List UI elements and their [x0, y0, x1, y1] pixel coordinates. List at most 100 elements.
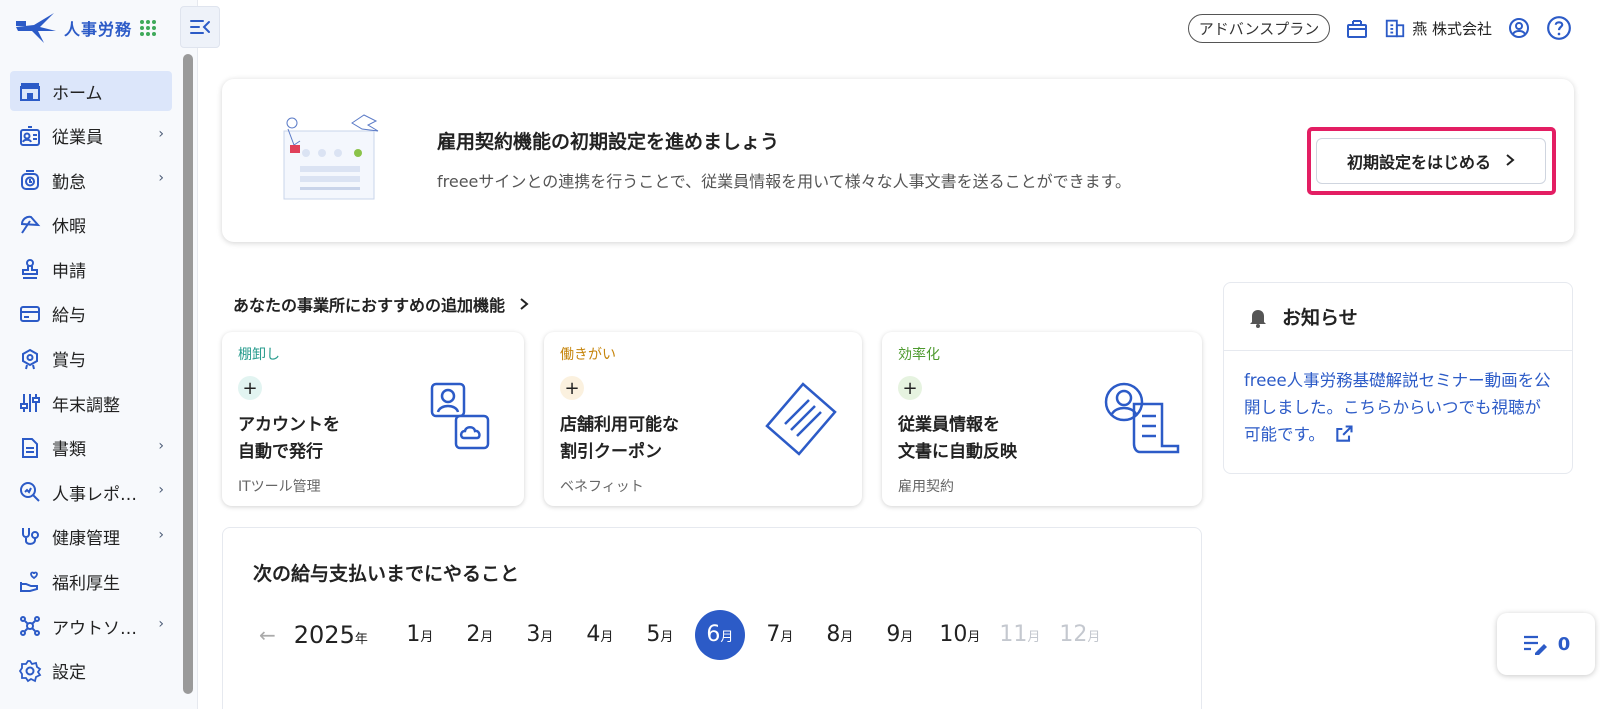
banner-title: 雇用契約機能の初期設定を進めましょう	[437, 131, 780, 153]
month-suffix: 月	[540, 630, 554, 645]
sidebar-item-7[interactable]: 年末調整	[10, 383, 172, 423]
month-1[interactable]: 1月	[390, 610, 450, 660]
card-title-line2: 割引クーポン	[560, 442, 662, 462]
notice-link[interactable]: freee人事労務基礎解説セミナー動画を公開しました。こちらからいつでも視聴が可…	[1224, 351, 1572, 464]
chevron-right-icon: ›	[158, 526, 164, 543]
recommendation-card-it-tools[interactable]: 棚卸し + アカウントを 自動で発行 ITツール管理	[222, 332, 524, 506]
month-6[interactable]: 6月	[694, 610, 745, 660]
recommendation-card-contract[interactable]: 効率化 + 従業員情報を 文書に自動反映 雇用契約	[882, 332, 1202, 506]
month-suffix: 月	[480, 630, 494, 645]
month-suffix: 月	[600, 630, 614, 645]
start-setup-label: 初期設定をはじめる	[1346, 153, 1491, 172]
network-icon	[18, 614, 42, 638]
month-2[interactable]: 2月	[450, 610, 510, 660]
plus-icon: +	[560, 376, 584, 400]
home-icon	[18, 79, 42, 103]
clock-icon	[18, 168, 42, 192]
month-suffix: 月	[840, 630, 854, 645]
sidebar-item-5[interactable]: 給与	[10, 294, 172, 334]
card-subtitle: ベネフィット	[560, 479, 644, 495]
sidebar-item-1[interactable]: 従業員 ›	[10, 116, 172, 156]
card-icon	[18, 302, 42, 326]
app-launcher-icon[interactable]	[140, 20, 157, 36]
sidebar-item-label: 人事レポ…	[52, 484, 137, 505]
app-logo[interactable]: 人事労務	[14, 10, 157, 46]
card-title-line1: 従業員情報を	[898, 415, 1000, 435]
sidebar-item-13[interactable]: 設定	[10, 651, 172, 691]
month-number: 3	[526, 622, 541, 647]
month-9[interactable]: 9月	[870, 610, 930, 660]
card-category: 働きがい	[560, 347, 616, 363]
employee-document-icon	[1104, 382, 1180, 454]
chevron-right-icon: ›	[158, 125, 164, 142]
month-3[interactable]: 3月	[510, 610, 570, 660]
header-toolbar: アドバンスプラン 燕 株式会社	[1187, 12, 1572, 44]
bell-icon	[1250, 309, 1266, 328]
month-5[interactable]: 5月	[630, 610, 690, 660]
sidebar-item-4[interactable]: 申請	[10, 249, 172, 289]
previous-year-arrow-icon[interactable]: ←	[259, 623, 276, 647]
building-icon	[1386, 19, 1405, 38]
id-badge-icon	[18, 124, 42, 148]
account-icon[interactable]	[1506, 15, 1532, 41]
sidebar-item-label: 福利厚生	[52, 574, 120, 595]
month-number: 7	[766, 622, 781, 647]
sidebar-item-label: ホーム	[52, 83, 103, 104]
card-title: 従業員情報を 文書に自動反映	[898, 412, 1017, 466]
sidebar-item-label: 年末調整	[52, 395, 120, 416]
sidebar-item-2[interactable]: 勤怠 ›	[10, 160, 172, 200]
notice-text: freee人事労務基礎解説セミナー動画を公開しました。こちらからいつでも視聴が可…	[1244, 371, 1551, 444]
plan-badge[interactable]: アドバンスプラン	[1187, 13, 1331, 43]
recommendations-heading[interactable]: あなたの事業所におすすめの追加機能	[233, 292, 529, 316]
banner-description: freeeサインとの連携を行うことで、従業員情報を用いて様々な人事文書を送ること…	[437, 172, 1132, 191]
help-icon[interactable]	[1546, 15, 1572, 41]
card-title-line1: 店舗利用可能な	[560, 415, 679, 435]
month-4[interactable]: 4月	[570, 610, 630, 660]
month-number: 1	[406, 622, 421, 647]
swallow-logo-icon	[16, 13, 56, 43]
card-title-line2: 自動で発行	[238, 442, 323, 462]
sidebar-item-8[interactable]: 書類 ›	[10, 428, 172, 468]
sidebar-item-10[interactable]: 健康管理 ›	[10, 517, 172, 557]
tasks-button[interactable]: 0	[1497, 613, 1595, 675]
gift-icon[interactable]	[1344, 15, 1370, 41]
sidebar-scrollbar[interactable]	[183, 54, 193, 694]
month-number: 8	[826, 622, 841, 647]
payroll-todo-section: 次の給与支払いまでにやること ← 2025年 1月 2月 3月 4月 5月 6月 7月 8月 9…	[222, 527, 1202, 709]
sidebar-item-label: 賞与	[52, 351, 86, 372]
sidebar-item-label: 健康管理	[52, 529, 120, 550]
start-setup-button[interactable]: 初期設定をはじめる	[1316, 138, 1546, 184]
external-link-icon	[1336, 425, 1353, 442]
sidebar-item-9[interactable]: 人事レポ… ›	[10, 472, 172, 512]
month-11: 11月	[990, 610, 1050, 660]
recommendation-card-benefits[interactable]: 働きがい + 店舗利用可能な 割引クーポン ベネフィット	[544, 332, 862, 506]
card-subtitle: ITツール管理	[238, 479, 321, 495]
month-number: 2	[466, 622, 481, 647]
month-number: 4	[586, 622, 601, 647]
sidebar-item-0[interactable]: ホーム	[10, 71, 172, 111]
sidebar-item-11[interactable]: 福利厚生	[10, 562, 172, 602]
card-title: 店舗利用可能な 割引クーポン	[560, 412, 679, 466]
month-number: 11	[999, 622, 1028, 647]
account-cloud-icon	[430, 382, 490, 450]
sidebar-item-label: 休暇	[52, 217, 86, 238]
collapse-sidebar-button[interactable]	[180, 6, 220, 48]
contract-illustration	[283, 114, 379, 200]
sidebar-item-6[interactable]: 賞与	[10, 339, 172, 379]
sidebar: 人事労務 ホーム 従業員 › 勤怠 › 休暇 申請 給与 賞与 年末調整 書類 › 人事レポ… › 健康管理…	[0, 0, 198, 709]
month-7[interactable]: 7月	[750, 610, 810, 660]
sidebar-item-12[interactable]: アウトソ… ›	[10, 606, 172, 646]
month-suffix: 月	[720, 630, 734, 645]
sidebar-item-3[interactable]: 休暇	[10, 205, 172, 245]
app-name: 人事労務	[64, 20, 133, 39]
month-suffix: 月	[1027, 630, 1041, 645]
month-number: 5	[646, 622, 661, 647]
month-8[interactable]: 8月	[810, 610, 870, 660]
company-switcher[interactable]: 燕 株式会社	[1384, 17, 1492, 39]
month-12: 12月	[1050, 610, 1110, 660]
month-suffix: 月	[420, 630, 434, 645]
month-10[interactable]: 10月	[930, 610, 990, 660]
sidebar-item-label: 申請	[52, 261, 86, 282]
umbrella-icon	[18, 213, 42, 237]
sidebar-item-label: 設定	[52, 663, 86, 684]
